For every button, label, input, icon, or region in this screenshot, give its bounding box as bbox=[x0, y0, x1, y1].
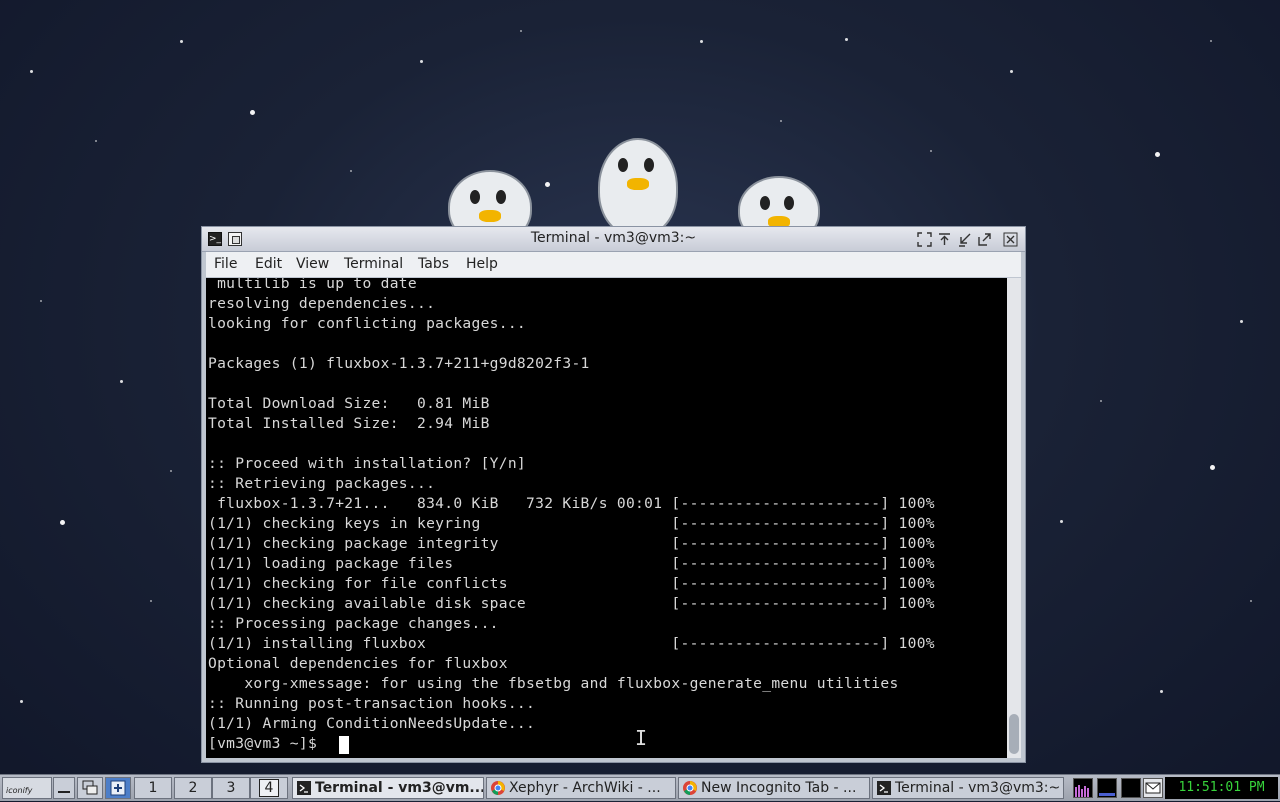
workspace-1[interactable]: 1 bbox=[134, 777, 172, 799]
workspace-4[interactable]: 4 bbox=[250, 777, 288, 799]
terminal-icon bbox=[297, 781, 311, 795]
terminal-line: Packages (1) fluxbox-1.3.7+211+g9d8202f3… bbox=[208, 355, 590, 372]
workspace-2[interactable]: 2 bbox=[174, 777, 212, 799]
menu-file[interactable]: File bbox=[214, 256, 237, 272]
terminal-line: (1/1) checking package integrity [------… bbox=[208, 535, 935, 552]
cpu-monitor-icon[interactable] bbox=[1073, 778, 1093, 798]
scrollbar-thumb[interactable] bbox=[1009, 714, 1019, 754]
terminal-window[interactable]: >_ Terminal - vm3@vm3:~ File Edit View T… bbox=[201, 226, 1026, 763]
window-list-icon[interactable] bbox=[77, 777, 103, 799]
app-launcher-icon[interactable] bbox=[105, 777, 131, 799]
terminal-line: xorg-xmessage: for using the fbsetbg and… bbox=[208, 675, 899, 692]
menubar: File Edit View Terminal Tabs Help bbox=[206, 252, 1021, 277]
task-label: Xephyr - ArchWiki - ... bbox=[509, 780, 661, 796]
terminal-line: :: Retrieving packages... bbox=[208, 475, 436, 492]
raise-button[interactable] bbox=[937, 232, 952, 247]
terminal-scrollbar[interactable] bbox=[1007, 278, 1021, 758]
memory-monitor-icon[interactable] bbox=[1097, 778, 1117, 798]
chrome-icon bbox=[683, 781, 697, 795]
launcher-label: iconify bbox=[6, 786, 33, 795]
menu-terminal[interactable]: Terminal bbox=[344, 256, 403, 272]
window-title: Terminal - vm3@vm3:~ bbox=[530, 230, 697, 246]
clock[interactable]: 11:51:01 PM bbox=[1165, 777, 1278, 799]
chrome-icon bbox=[491, 781, 505, 795]
terminal-line: looking for conflicting packages... bbox=[208, 315, 527, 332]
terminal-output[interactable]: multilib is up to date resolving depende… bbox=[206, 278, 1007, 758]
fullscreen-button[interactable] bbox=[917, 232, 932, 247]
window-titlebar[interactable]: >_ Terminal - vm3@vm3:~ bbox=[202, 227, 1025, 252]
mail-icon[interactable] bbox=[1143, 778, 1163, 798]
mouse-ibeam-cursor-icon: I bbox=[635, 726, 648, 750]
terminal-prompt[interactable]: [vm3@vm3 ~]$ bbox=[208, 734, 326, 754]
menu-help[interactable]: Help bbox=[466, 256, 498, 272]
terminal-line: Total Installed Size: 2.94 MiB bbox=[208, 415, 490, 432]
terminal-line: :: Processing package changes... bbox=[208, 615, 499, 632]
terminal-icon bbox=[877, 781, 891, 795]
task-label: Terminal - vm3@vm3:~ bbox=[895, 780, 1061, 796]
workspace-4-label: 4 bbox=[258, 779, 280, 797]
workspace-3[interactable]: 3 bbox=[212, 777, 250, 799]
menu-edit[interactable]: Edit bbox=[255, 256, 282, 272]
terminal-line: (1/1) checking keys in keyring [--------… bbox=[208, 515, 935, 532]
terminal-line: (1/1) checking available disk space [---… bbox=[208, 595, 935, 612]
terminal-line: (1/1) installing fluxbox [--------------… bbox=[208, 635, 935, 652]
close-button[interactable] bbox=[1003, 232, 1018, 247]
task-xephyr-archwiki[interactable]: Xephyr - ArchWiki - ... bbox=[486, 777, 676, 799]
terminal-line: Total Download Size: 0.81 MiB bbox=[208, 395, 490, 412]
task-new-incognito-tab[interactable]: New Incognito Tab - ... bbox=[678, 777, 870, 799]
text-cursor bbox=[339, 736, 349, 754]
terminal-line: :: Running post-transaction hooks... bbox=[208, 695, 536, 712]
terminal-line: (1/1) Arming ConditionNeedsUpdate... bbox=[208, 715, 536, 732]
task-terminal-active[interactable]: Terminal - vm3@vm... bbox=[292, 777, 484, 799]
terminal-line: multilib is up to date bbox=[208, 278, 417, 292]
iconbar-launcher[interactable]: iconify bbox=[2, 777, 52, 799]
terminal-line: resolving dependencies... bbox=[208, 295, 436, 312]
network-monitor-icon[interactable] bbox=[1121, 778, 1141, 798]
menu-tabs[interactable]: Tabs bbox=[418, 256, 449, 272]
task-label: New Incognito Tab - ... bbox=[701, 780, 857, 796]
terminal-line: fluxbox-1.3.7+21... 834.0 KiB 732 KiB/s … bbox=[208, 495, 935, 512]
minimize-button[interactable] bbox=[957, 232, 972, 247]
terminal-line: (1/1) loading package files [-----------… bbox=[208, 555, 935, 572]
task-label: Terminal - vm3@vm... bbox=[315, 780, 484, 796]
maximize-button[interactable] bbox=[977, 232, 992, 247]
task-terminal[interactable]: Terminal - vm3@vm3:~ bbox=[872, 777, 1064, 799]
menu-view[interactable]: View bbox=[296, 256, 329, 272]
minimize-all-icon[interactable] bbox=[53, 777, 75, 799]
terminal-line: Optional dependencies for fluxbox bbox=[208, 655, 508, 672]
terminal-line: :: Proceed with installation? [Y/n] bbox=[208, 455, 527, 472]
terminal-line: (1/1) checking for file conflicts [-----… bbox=[208, 575, 935, 592]
taskbar: iconify 1 2 3 4 Terminal - vm3@vm... Xep… bbox=[0, 774, 1280, 801]
